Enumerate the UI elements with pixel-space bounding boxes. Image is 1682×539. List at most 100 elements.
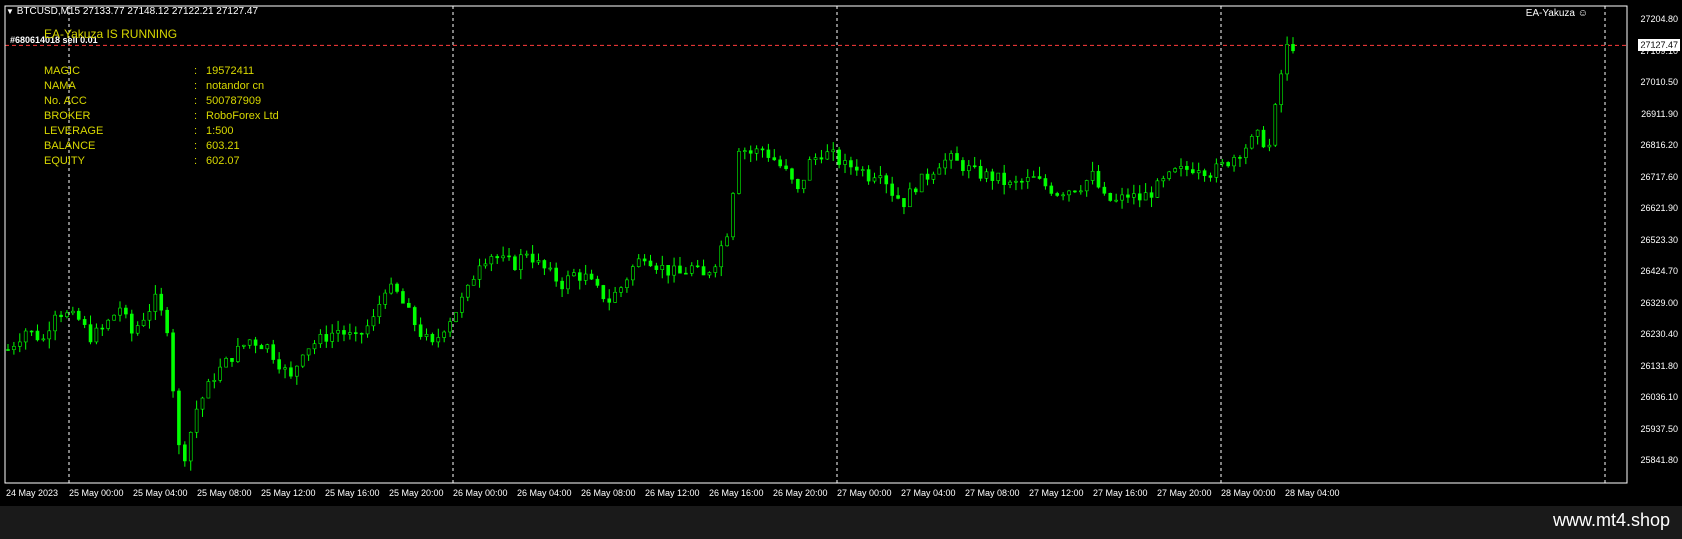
- candle-body: [295, 365, 299, 377]
- candle-body: [230, 358, 234, 362]
- candle-body: [872, 177, 877, 182]
- candle-body: [513, 256, 517, 270]
- candle-body: [448, 321, 452, 333]
- candle-body: [1208, 175, 1213, 178]
- candle-body: [106, 319, 111, 329]
- candle-body: [807, 159, 812, 181]
- candle-body: [424, 334, 429, 337]
- candle-body: [896, 195, 900, 199]
- candle-body: [194, 408, 199, 433]
- candle-body: [625, 279, 629, 289]
- candle-body: [1031, 176, 1036, 178]
- candle-body: [866, 169, 871, 182]
- candle-body: [754, 148, 759, 154]
- candle-body: [12, 346, 16, 350]
- candle-body: [200, 397, 205, 410]
- price-tick-label: 25937.50: [1640, 423, 1678, 434]
- symbol-label: BTCUSD,M15: [16, 6, 81, 17]
- account-info-row: BROKER: RoboForex Ltd: [44, 109, 279, 124]
- price-tick-label: 26816.20: [1640, 140, 1678, 150]
- candle-body: [961, 160, 965, 172]
- candle-body: [47, 330, 52, 340]
- candle-body: [100, 327, 105, 330]
- candle-body: [124, 307, 128, 315]
- expert-advisor-label[interactable]: EA-Yakuza ☺: [1526, 8, 1588, 19]
- candle-body: [1084, 180, 1089, 192]
- candle-body: [1149, 192, 1154, 198]
- candle-body: [1214, 163, 1219, 178]
- candle-body: [1114, 199, 1118, 202]
- candle-body: [631, 266, 635, 281]
- candle-body: [241, 344, 246, 347]
- candle-body: [1273, 104, 1278, 146]
- account-info-row: BALANCE:603.21: [44, 139, 279, 154]
- candle-body: [265, 344, 270, 350]
- candle-body: [1132, 193, 1136, 198]
- price-tick-label: 27010.50: [1640, 77, 1678, 87]
- candle-body: [283, 367, 287, 370]
- candle-body: [1161, 178, 1166, 182]
- candle-body: [990, 171, 995, 181]
- candle-body: [913, 188, 918, 193]
- candle-body: [743, 150, 747, 152]
- candle-body: [731, 193, 735, 238]
- candle-body: [460, 296, 464, 313]
- candle-body: [507, 255, 511, 258]
- time-tick-label: 27 May 20:00: [1157, 488, 1212, 498]
- candle-body: [925, 173, 930, 180]
- candle-body: [660, 265, 665, 270]
- candle-body: [177, 390, 181, 446]
- time-tick-label: 25 May 08:00: [197, 488, 252, 498]
- candle-body: [1196, 170, 1201, 174]
- price-tick-label: 26036.10: [1640, 392, 1678, 402]
- candle-body: [1143, 192, 1148, 201]
- colon-separator: :: [194, 125, 198, 137]
- candle-body: [1037, 176, 1042, 179]
- candle-body: [82, 319, 87, 325]
- candle-body: [277, 359, 281, 370]
- candle-body: [259, 345, 264, 350]
- candle-body: [978, 165, 983, 179]
- candle-body: [967, 165, 971, 172]
- candle-body: [725, 236, 729, 247]
- candle-body: [719, 245, 724, 268]
- ea-status-text: EA-Yakuza IS RUNNING: [44, 27, 178, 41]
- candle-body: [778, 159, 782, 167]
- price-tick-label: 26621.90: [1640, 203, 1678, 213]
- candle-body: [1285, 44, 1289, 75]
- dropdown-arrow-icon[interactable]: ▼: [6, 7, 14, 16]
- candle-body: [141, 319, 146, 326]
- price-tick-label: 25841.80: [1640, 455, 1678, 465]
- time-tick-label: 26 May 20:00: [773, 488, 828, 498]
- candle-body: [212, 379, 217, 382]
- candle-body: [1244, 147, 1248, 158]
- account-info-panel: MAGIC:19572411 NAMA: notandor cn No. ACC:50…: [44, 64, 279, 169]
- price-tick-label: 27204.80: [1640, 14, 1678, 24]
- smiley-icon: ☺: [1577, 8, 1588, 19]
- time-tick-label: 27 May 04:00: [901, 488, 956, 498]
- candle-body: [23, 330, 28, 343]
- account-info-label: NAMA: [44, 80, 76, 92]
- candle-body: [1120, 194, 1124, 201]
- candle-body: [937, 167, 942, 175]
- candle-body: [342, 330, 346, 335]
- candle-body: [878, 175, 883, 179]
- candle-body: [253, 339, 258, 346]
- candle-body: [996, 172, 1001, 181]
- candle-body: [636, 258, 641, 267]
- price-tick-label: 26717.60: [1640, 171, 1678, 182]
- candle-body: [801, 179, 806, 190]
- candle-body: [648, 260, 653, 267]
- candle-body: [572, 272, 576, 277]
- candle-body: [666, 265, 670, 276]
- candle-body: [436, 337, 441, 343]
- account-info-label: EQUITY: [44, 155, 85, 167]
- candle-body: [760, 148, 765, 151]
- time-tick-label: 24 May 2023: [6, 488, 59, 498]
- candle-body: [1073, 190, 1077, 193]
- candle-body: [94, 327, 99, 343]
- account-info-value: 603.21: [206, 140, 240, 152]
- candle-body: [1173, 168, 1177, 173]
- candle-body: [1190, 169, 1195, 174]
- colon-separator: :: [194, 140, 198, 152]
